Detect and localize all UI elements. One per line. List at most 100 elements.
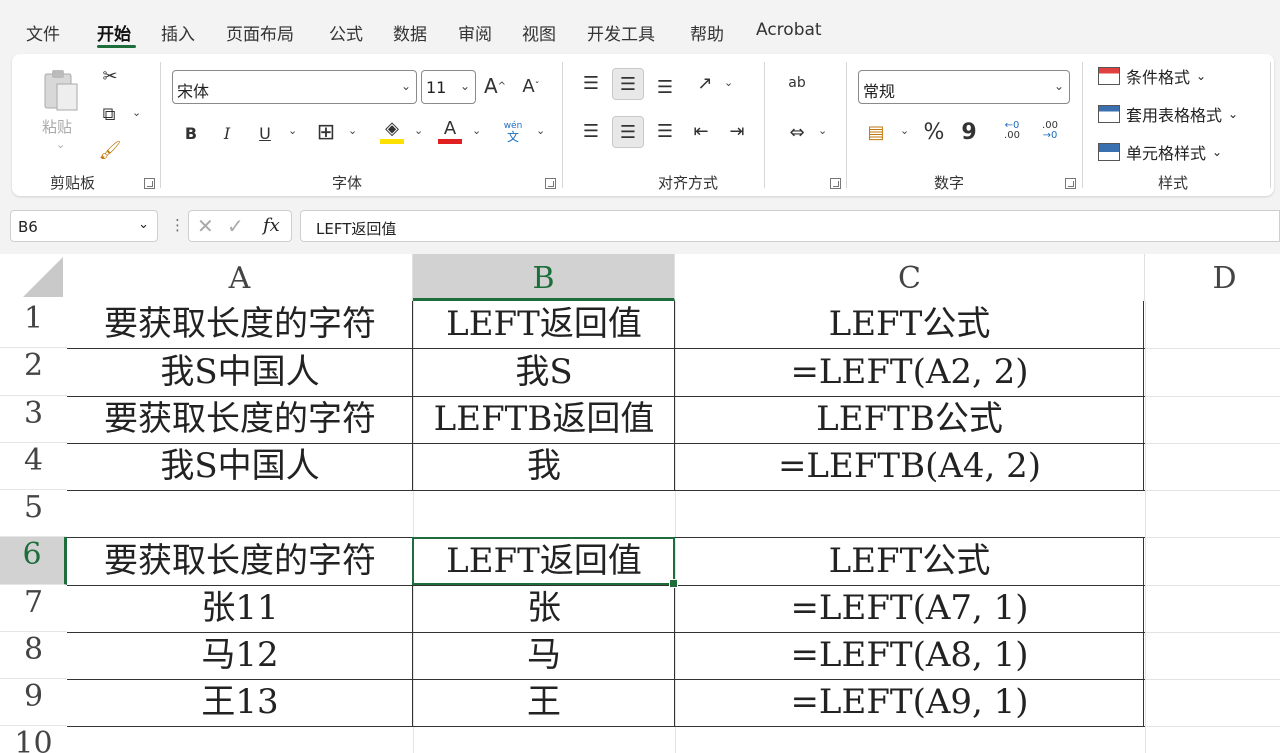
cell-a8[interactable]: 马12 [67,632,413,679]
row-header-4[interactable]: 4 [0,443,67,490]
bold-button[interactable]: B [178,120,204,146]
row-header-9[interactable]: 9 [0,679,67,726]
paste-label[interactable]: 粘贴 [42,116,72,137]
cell-c1[interactable]: LEFT公式 [675,301,1144,348]
cell-b2[interactable]: 我S [413,349,675,396]
menu-view[interactable]: 视图 [522,20,556,45]
alignment-launcher-icon[interactable] [830,178,841,189]
cell-c4[interactable]: =LEFTB(A4, 2) [675,443,1144,490]
comma-button[interactable]: 9 [958,118,980,146]
font-color-icon[interactable]: A [436,116,464,146]
row-header-8[interactable]: 8 [0,632,67,679]
paste-icon[interactable] [38,66,84,116]
row-header-1[interactable]: 1 [0,301,67,348]
cell-b4[interactable]: 我 [413,443,675,490]
cell-c6[interactable]: LEFT公式 [675,538,1144,585]
fill-color-icon[interactable]: ◈ [378,116,406,146]
cell-a1[interactable]: 要获取长度的字符 [67,301,413,348]
format-as-table-button[interactable]: 套用表格格式 ⌄ [1098,102,1238,126]
row-header-3[interactable]: 3 [0,396,67,443]
menu-help[interactable]: 帮助 [690,20,724,45]
format-painter-icon[interactable]: 🖌 [98,138,122,162]
font-size-select[interactable]: 11 ⌄ [421,70,476,104]
row-header-2[interactable]: 2 [0,348,67,396]
menu-page-layout[interactable]: 页面布局 [226,20,294,45]
formula-input[interactable]: LEFT返回值 [300,210,1280,242]
cell-c8[interactable]: =LEFT(A8, 1) [675,632,1144,679]
column-header-a[interactable]: A [67,254,413,301]
font-shrink-icon[interactable]: Aˇ [518,72,544,100]
phonetic-icon[interactable]: wén 文 [498,118,528,146]
cancel-icon[interactable]: ✕ [197,214,214,238]
conditional-format-button[interactable]: 条件格式 ⌄ [1098,64,1206,88]
cell-a2[interactable]: 我S中国人 [67,349,413,396]
select-all-corner[interactable] [0,254,67,301]
cell-styles-button[interactable]: 单元格样式 ⌄ [1098,140,1222,164]
row-header-6[interactable]: 6 [0,537,67,585]
increase-indent-icon[interactable]: ⇥ [724,118,750,144]
font-name-select[interactable]: 宋体 ⌄ [172,70,417,104]
menu-insert[interactable]: 插入 [161,20,195,45]
currency-icon[interactable]: ▤ [862,118,890,146]
border-dropdown-icon[interactable]: ⌄ [348,124,357,137]
align-top-icon[interactable]: ☰ [578,70,604,96]
phonetic-dropdown-icon[interactable]: ⌄ [536,124,545,137]
align-middle-icon[interactable]: ☰ [612,68,644,100]
menu-developer[interactable]: 开发工具 [587,20,655,45]
currency-dropdown-icon[interactable]: ⌄ [900,124,909,137]
cell-b3[interactable]: LEFTB返回值 [413,396,675,443]
underline-button[interactable]: U [252,120,278,146]
orientation-icon[interactable]: ↗ [690,70,720,96]
copy-icon[interactable]: ⧉ [96,102,122,126]
number-launcher-icon[interactable] [1065,178,1076,189]
column-header-c[interactable]: C [675,254,1145,301]
more-options-icon[interactable]: ⋮ [170,216,185,234]
menu-data[interactable]: 数据 [393,20,427,45]
number-format-select[interactable]: 常规 ⌄ [858,70,1070,104]
name-box[interactable]: B6 ⌄ [10,210,158,242]
cell-c2[interactable]: =LEFT(A2, 2) [675,349,1144,396]
border-icon[interactable]: ⊞ [312,118,340,146]
cell-a3[interactable]: 要获取长度的字符 [67,396,413,443]
align-left-icon[interactable]: ☰ [578,118,604,144]
align-center-icon[interactable]: ☰ [612,116,644,148]
row-header-10[interactable]: 10 [0,726,67,753]
cell-a6[interactable]: 要获取长度的字符 [67,538,413,585]
copy-dropdown-icon[interactable]: ⌄ [132,106,141,119]
cell-b9[interactable]: 王 [413,679,675,726]
cell-b7[interactable]: 张 [413,585,675,632]
wrap-text-icon[interactable]: ab [782,68,812,98]
orientation-dropdown-icon[interactable]: ⌄ [724,76,733,89]
merge-center-icon[interactable]: ⇔ [782,118,812,146]
active-cell-selection[interactable] [412,537,678,588]
merge-dropdown-icon[interactable]: ⌄ [818,124,827,137]
underline-dropdown-icon[interactable]: ⌄ [288,124,297,137]
cell-c7[interactable]: =LEFT(A7, 1) [675,585,1144,632]
decrease-decimal-icon[interactable]: .00 →0 [1034,116,1066,146]
cell-c9[interactable]: =LEFT(A9, 1) [675,679,1144,726]
cell-c3[interactable]: LEFTB公式 [675,396,1144,443]
cell-a9[interactable]: 王13 [67,679,413,726]
menu-home[interactable]: 开始 [97,20,131,45]
enter-icon[interactable]: ✓ [227,214,244,238]
menu-review[interactable]: 审阅 [458,20,492,45]
increase-decimal-icon[interactable]: ←0.00 [996,116,1028,146]
italic-button[interactable]: I [214,120,240,146]
menu-file[interactable]: 文件 [26,20,60,45]
column-header-d[interactable]: D [1145,254,1280,301]
decrease-indent-icon[interactable]: ⇤ [688,118,714,144]
percent-button[interactable]: % [920,118,948,146]
cell-a7[interactable]: 张11 [67,585,413,632]
cell-a4[interactable]: 我S中国人 [67,443,413,490]
cut-icon[interactable]: ✂ [98,64,122,88]
insert-function-icon[interactable]: fx [263,215,280,236]
align-right-icon[interactable]: ☰ [652,118,678,144]
row-header-5[interactable]: 5 [0,490,67,537]
menu-acrobat[interactable]: Acrobat [756,20,822,40]
row-header-7[interactable]: 7 [0,585,67,632]
fill-color-dropdown-icon[interactable]: ⌄ [414,124,423,137]
menu-formulas[interactable]: 公式 [329,20,363,45]
clipboard-launcher-icon[interactable] [144,178,155,189]
font-color-dropdown-icon[interactable]: ⌄ [472,124,481,137]
cell-b8[interactable]: 马 [413,632,675,679]
